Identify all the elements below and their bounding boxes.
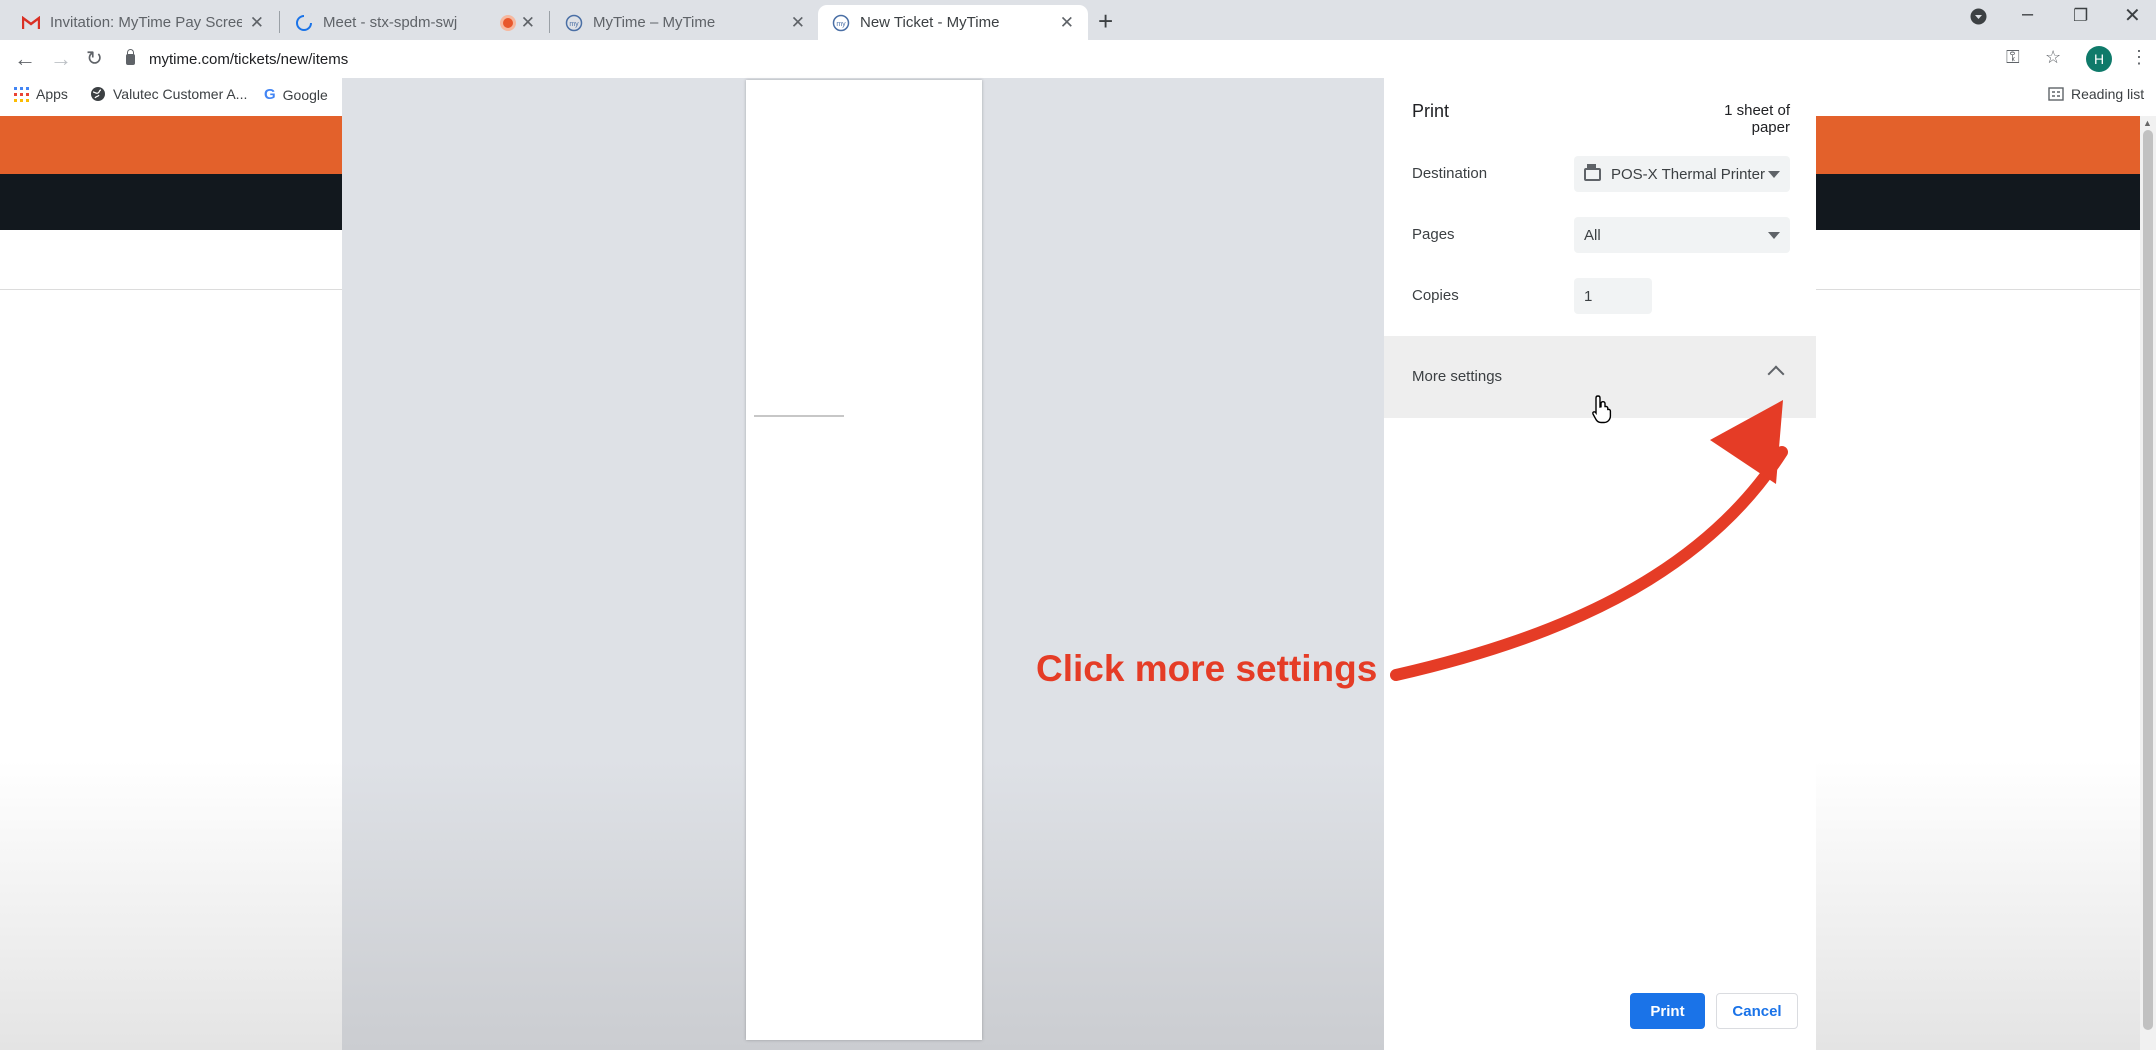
printer-icon: [1584, 163, 1601, 181]
scroll-up-icon[interactable]: ▲: [2143, 118, 2152, 128]
restore-icon[interactable]: ❐: [2073, 6, 2088, 26]
tab-invitation[interactable]: Invitation: MyTime Pay Screensh ✕: [8, 5, 278, 40]
avatar[interactable]: H: [2086, 46, 2112, 72]
tab-separator: [279, 11, 280, 33]
address-bar[interactable]: mytime.com/tickets/new/items: [126, 45, 348, 73]
close-tab-icon[interactable]: ✕: [1060, 13, 1074, 33]
dropdown-arrow-icon: [1768, 170, 1780, 178]
bookmark-valutec[interactable]: Valutec Customer A...: [90, 86, 247, 102]
svg-text:my: my: [569, 21, 579, 28]
bookmark-apps[interactable]: Apps: [14, 86, 68, 102]
reload-icon[interactable]: ↻: [86, 46, 103, 71]
annotation-text: Click more settings: [1036, 648, 1378, 689]
close-tab-icon[interactable]: ✕: [250, 13, 264, 33]
pages-label: Pages: [1412, 226, 1455, 243]
hand-cursor-icon: [1590, 394, 1614, 429]
print-button[interactable]: Print: [1630, 993, 1705, 1029]
bookmark-google[interactable]: G Google: [264, 86, 328, 103]
forward-icon[interactable]: →: [50, 46, 72, 72]
key-icon[interactable]: ⚿: [2006, 47, 2020, 68]
google-icon: G: [264, 86, 276, 103]
new-tab-button[interactable]: +: [1098, 6, 1113, 37]
tab-new-ticket[interactable]: my New Ticket - MyTime ✕: [818, 5, 1088, 40]
print-title: Print: [1412, 101, 1450, 121]
recording-icon: [502, 17, 513, 28]
preview-content-line: [754, 415, 844, 417]
copies-input[interactable]: 1: [1574, 278, 1652, 314]
sheet-count: 1 sheet of paper: [1724, 102, 1790, 136]
star-icon[interactable]: ☆: [2045, 47, 2061, 68]
more-settings-label: More settings: [1412, 368, 1503, 385]
close-tab-icon[interactable]: ✕: [521, 13, 535, 33]
close-tab-icon[interactable]: ✕: [791, 13, 805, 33]
mytime-icon: my: [832, 14, 850, 32]
tab-meet[interactable]: Meet - stx-spdm-swj ✕: [281, 5, 549, 40]
loading-icon: [295, 14, 313, 32]
lock-icon: [126, 48, 135, 65]
destination-label: Destination: [1412, 165, 1488, 182]
tab-search-icon[interactable]: [1970, 8, 1987, 31]
reading-list-button[interactable]: Reading list: [2048, 86, 2144, 102]
minimize-icon[interactable]: –: [2022, 3, 2033, 26]
destination-select[interactable]: POS-X Thermal Printer: [1574, 156, 1790, 192]
back-icon[interactable]: ←: [14, 46, 36, 72]
gmail-icon: [22, 14, 40, 32]
cancel-button[interactable]: Cancel: [1716, 993, 1798, 1029]
tab-separator: [549, 11, 550, 33]
kebab-menu-icon[interactable]: ⋮: [2130, 47, 2148, 68]
apps-grid-icon: [14, 86, 29, 102]
globe-icon: [90, 86, 106, 102]
reading-list-icon: [2048, 87, 2064, 101]
tab-mytime[interactable]: my MyTime – MyTime ✕: [551, 5, 819, 40]
scrollbar-thumb[interactable]: [2143, 130, 2153, 1030]
mytime-icon: my: [565, 14, 583, 32]
svg-text:my: my: [836, 21, 846, 28]
close-window-icon[interactable]: ✕: [2124, 3, 2141, 28]
tab-strip: Invitation: MyTime Pay Screensh ✕ Meet -…: [0, 0, 2156, 40]
preview-page: [746, 80, 982, 1040]
copies-label: Copies: [1412, 287, 1459, 304]
url-text: mytime.com/tickets/new/items: [149, 50, 349, 68]
dropdown-arrow-icon: [1768, 231, 1780, 239]
pages-select[interactable]: All: [1574, 217, 1790, 253]
